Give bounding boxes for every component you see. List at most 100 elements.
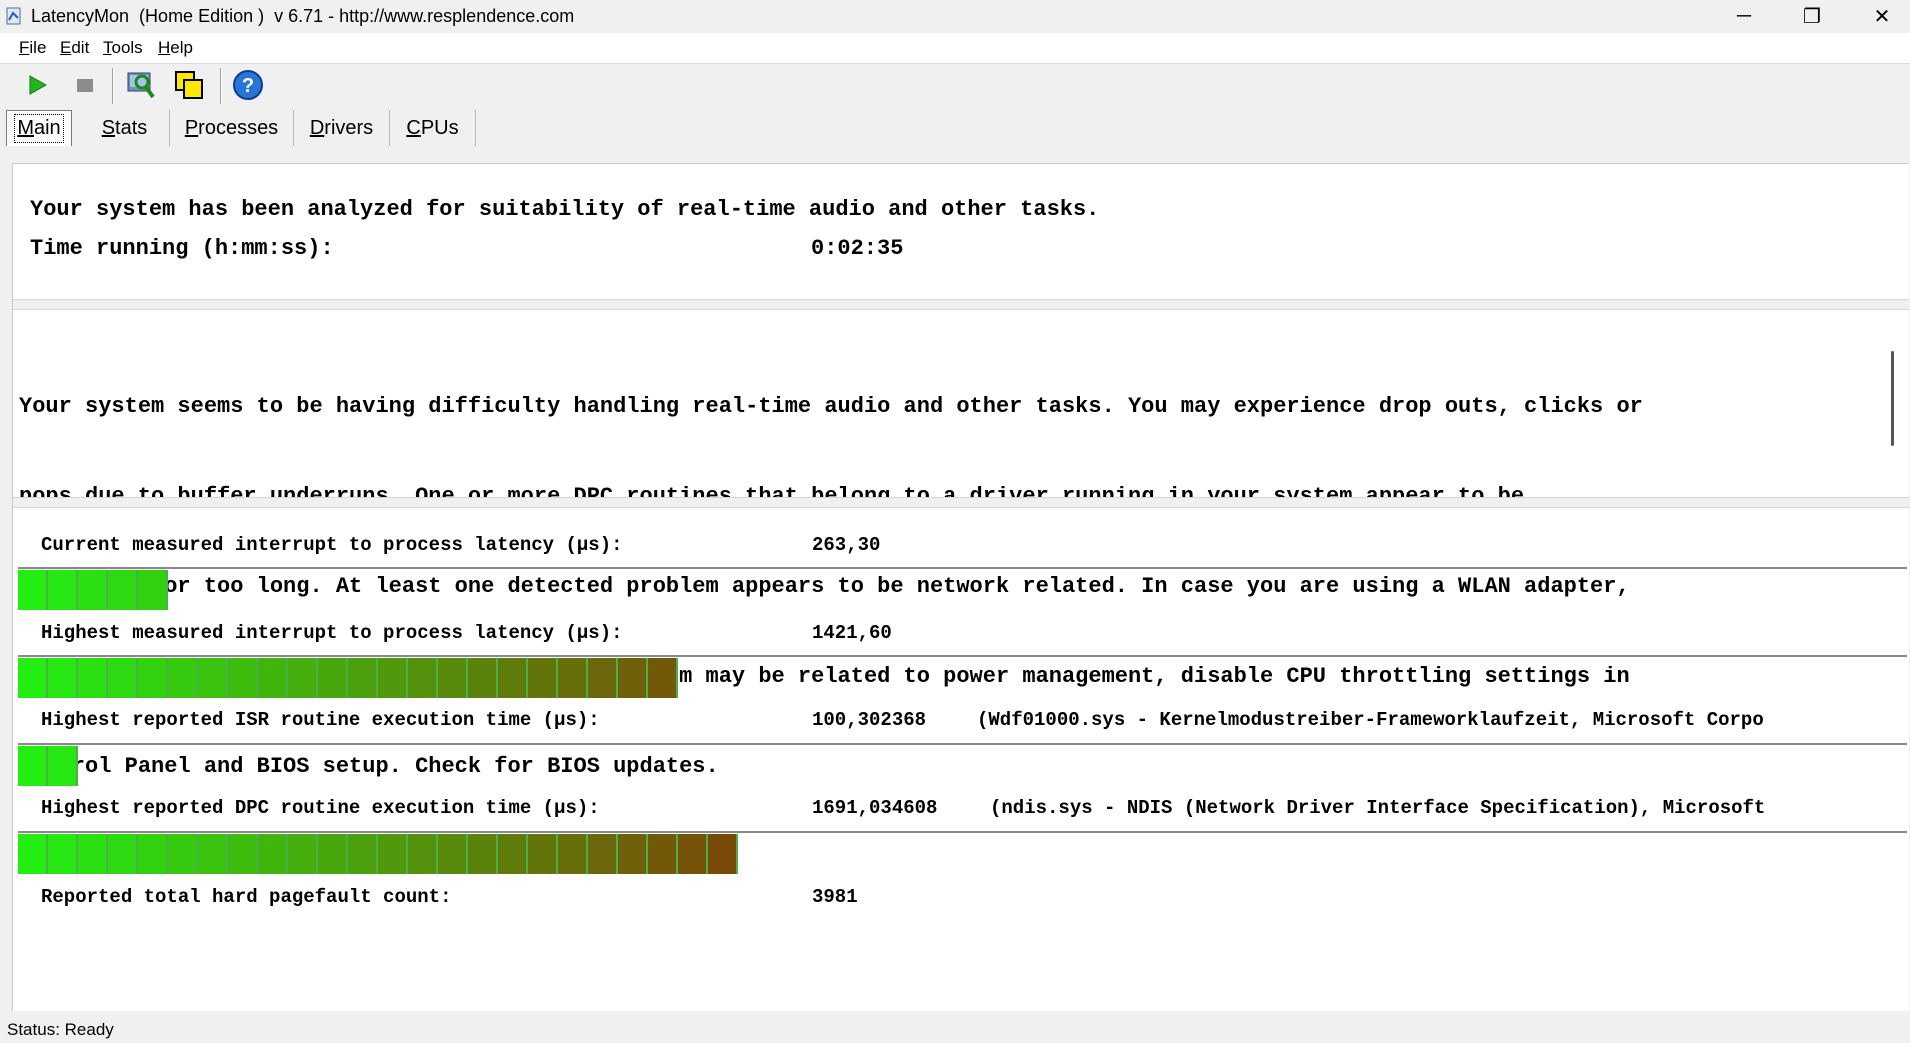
latency-bar [18,746,78,786]
measurement-label: Highest reported DPC routine execution t… [41,797,600,819]
bar-track-line [18,655,1907,657]
time-running-label: Time running (h:mm:ss): [30,236,334,261]
help-icon: ? [233,70,263,100]
tab-main-label: ain [33,117,61,139]
measurement-label: Current measured interrupt to process la… [41,534,623,556]
bar-segment [618,834,648,874]
bar-segment [498,658,528,698]
toolbar-separator [112,68,114,104]
bar-segment [258,834,288,874]
bar-segment [558,658,588,698]
minimize-icon: ─ [1736,5,1752,27]
analyze-button[interactable] [124,68,158,102]
bar-segment [258,658,288,698]
help-button[interactable]: ? [231,68,265,102]
bar-segment [48,570,78,610]
app-icon [6,7,21,25]
bar-segment [288,834,318,874]
bar-segment [318,658,348,698]
bar-segment [378,658,408,698]
time-running-value: 0:02:35 [811,236,904,261]
title-bar: LatencyMon (Home Edition ) v 6.71 - http… [0,0,1910,33]
measurement-driver: (Wdf01000.sys - Kernelmodustreiber-Frame… [977,709,1764,731]
bar-segment [408,834,438,874]
section-divider [13,299,1909,310]
bar-segment [168,658,198,698]
bar-segment [588,658,618,698]
tab-drivers-key: D [309,116,325,139]
bar-segment [438,658,468,698]
windows-button[interactable] [172,68,206,102]
bar-segment [18,746,48,786]
bar-segment [528,834,558,874]
tab-processes[interactable]: Processes [170,110,294,146]
bar-segment [198,834,228,874]
help-glyph: ? [242,75,254,97]
close-button[interactable]: ✕ [1852,0,1910,33]
scrollbar-thumb[interactable] [1891,351,1894,446]
conclusion-line: Control Panel and BIOS setup. Check for … [19,754,719,779]
menu-tools[interactable]: Tools [103,38,143,58]
bar-segment [78,834,108,874]
latency-bar [18,834,738,874]
bar-segment [558,834,588,874]
bar-segment [498,834,528,874]
section-divider [13,497,1909,508]
bar-segment [318,834,348,874]
latency-bar [18,570,168,610]
bar-segment [678,834,708,874]
tab-stats[interactable]: Stats [80,110,170,146]
bar-segment [528,658,558,698]
window-title: LatencyMon (Home Edition ) v 6.71 - http… [31,6,575,26]
status-text: Status: Ready [7,1020,114,1039]
bar-segment [48,746,78,786]
bar-segment [438,834,468,874]
menu-help[interactable]: Help [158,38,193,58]
measurement-label: Highest reported ISR routine execution t… [41,709,600,731]
bar-track-line [18,831,1907,833]
menu-file[interactable]: File [19,38,46,58]
main-panel: Your system has been analyzed for suitab… [12,163,1909,1011]
bar-track-line [18,567,1907,569]
pagefault-label: Reported total hard pagefault count: [41,886,452,908]
tab-processes-label: rocesses [198,116,279,139]
bar-segment [168,834,198,874]
analysis-summary: Your system has been analyzed for suitab… [30,197,1100,222]
menu-file-key: F [19,38,30,57]
conclusion-line: executing for too long. At least one det… [19,574,1630,599]
toolbar-separator [220,68,222,104]
tab-drivers-label: rivers [324,116,374,139]
bar-segment [408,658,438,698]
windows-icon [175,71,203,99]
minimize-button[interactable]: ─ [1714,0,1774,33]
bar-segment [588,834,618,874]
bar-segment [18,658,48,698]
bar-segment [648,658,678,698]
tab-bar: Main Stats Processes Drivers CPUs [0,110,1910,150]
bar-segment [138,658,168,698]
menu-edit[interactable]: Edit [60,38,89,58]
bar-track-line [18,743,1907,745]
start-button[interactable] [20,68,54,102]
menu-tools-label: ools [111,38,143,57]
conclusion-text: Your system seems to be having difficult… [19,332,1643,842]
bar-segment [48,834,78,874]
bar-segment [468,834,498,874]
stop-button[interactable] [68,68,102,102]
bar-segment [708,834,738,874]
menu-tools-key: T [103,38,112,57]
tab-stats-label: tats [115,116,148,139]
restore-button[interactable]: ❐ [1782,0,1842,33]
bar-segment [618,658,648,698]
measurement-value: 1691,034608 [812,797,938,819]
bar-segment [228,834,258,874]
close-icon: ✕ [1873,6,1891,28]
tab-processes-key: P [184,116,199,139]
bar-segment [348,658,378,698]
menu-edit-label: dit [71,38,90,57]
tab-drivers[interactable]: Drivers [294,110,390,146]
tab-cpus[interactable]: CPUs [390,110,476,146]
bar-segment [288,658,318,698]
tab-main[interactable]: Main [6,110,72,146]
bar-segment [108,834,138,874]
